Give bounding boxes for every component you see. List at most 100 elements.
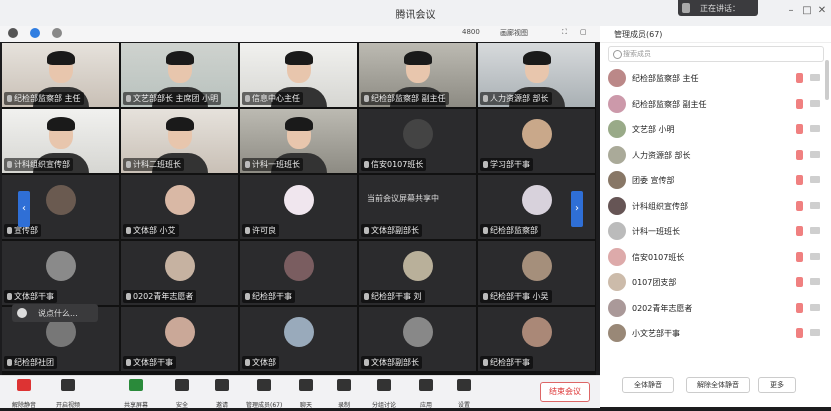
participant-tile[interactable]: 纪检部干事 <box>478 307 595 371</box>
mic-muted-icon[interactable] <box>796 73 803 83</box>
participant-tile[interactable]: 计科二班班长 <box>121 109 238 173</box>
camera-off-icon[interactable] <box>810 252 820 260</box>
participant-tile[interactable]: 纪检部干事 刘 <box>359 241 476 305</box>
security-button[interactable]: 安全 <box>164 378 200 409</box>
participant-row[interactable]: 文艺部 小明 <box>600 117 831 143</box>
shield-icon[interactable] <box>30 28 40 38</box>
member-search-input[interactable]: 搜索成员 <box>608 46 824 62</box>
mic-muted-icon[interactable] <box>796 328 803 338</box>
more-button[interactable]: 更多 <box>758 377 796 393</box>
layout-toggle[interactable]: 画廊视图 <box>500 28 528 38</box>
participant-name-text: 计科二班班长 <box>133 160 181 169</box>
participant-tile[interactable]: 文体部 <box>240 307 357 371</box>
participant-tile[interactable]: 文艺部部长 主席团 小明 <box>121 43 238 107</box>
participant-row[interactable]: 纪检部监察部 主任 <box>600 66 831 92</box>
close-icon[interactable]: ✕ <box>815 4 829 18</box>
participant-tile[interactable]: 计科组织宣传部 <box>2 109 119 173</box>
mic-muted-icon[interactable] <box>796 149 803 160</box>
camera-off-icon[interactable] <box>810 303 820 311</box>
mic-muted-icon <box>483 227 488 234</box>
chat-button[interactable]: 聊天 <box>288 378 324 409</box>
participant-tile[interactable]: 0202青年志愿者 <box>121 241 238 305</box>
next-page-button[interactable]: › <box>571 191 583 227</box>
participant-row[interactable]: 0202青年志愿者 <box>600 296 831 322</box>
mic-muted-icon[interactable] <box>796 175 803 185</box>
maximize-icon[interactable]: □ <box>800 4 814 18</box>
participant-tile[interactable]: 纪检部干事 小吴 <box>478 241 595 305</box>
camera-off-icon[interactable] <box>810 329 820 336</box>
mic-muted-icon[interactable] <box>796 124 803 134</box>
participant-row[interactable]: 团委 宣传部 <box>600 168 831 194</box>
participant-row[interactable]: 人力资源部 部长 <box>600 143 831 169</box>
mic-muted-icon[interactable] <box>796 251 803 262</box>
participant-tile[interactable]: 文体部干事 <box>2 241 119 305</box>
video-button[interactable]: 开启视频 <box>50 378 86 409</box>
participant-name: 纪检部干事 小吴 <box>480 290 552 303</box>
participant-tile[interactable]: 纪检部监察部 主任 <box>2 43 119 107</box>
chat-input-popup[interactable]: 说点什么... <box>12 304 98 322</box>
breakout-icon <box>377 379 391 391</box>
participant-row[interactable]: 小文艺部干事 <box>600 321 831 347</box>
mic-muted-icon[interactable] <box>796 277 803 287</box>
participant-tile[interactable]: 计科一班班长 <box>240 109 357 173</box>
participant-row[interactable]: 纪检部监察部 副主任 <box>600 92 831 118</box>
camera-off-icon[interactable] <box>810 150 820 158</box>
mic-muted-icon <box>245 95 250 102</box>
unmute-all-button[interactable]: 解除全体静音 <box>686 377 750 393</box>
avatar <box>608 273 626 291</box>
participant-row[interactable]: 0107团支部 <box>600 270 831 296</box>
mic-muted-icon[interactable] <box>796 302 803 313</box>
settings-button[interactable]: 设置 <box>446 378 482 409</box>
participant-tile[interactable]: 信安0107班长 <box>359 109 476 173</box>
share-screen-button[interactable]: 共享屏幕 <box>118 378 154 409</box>
participant-row[interactable]: 计科组织宣传部 <box>600 194 831 220</box>
apps-button[interactable]: 应用 <box>408 378 444 409</box>
record-button[interactable]: 录制 <box>326 378 362 409</box>
prev-page-button[interactable]: ‹ <box>18 191 30 227</box>
participant-tile[interactable]: 纪检部干事 <box>240 241 357 305</box>
participant-hair <box>284 51 313 65</box>
fullscreen-icon[interactable]: ⛶ <box>562 28 567 37</box>
participant-tile[interactable]: 当前会议屏幕共享中 文体部副部长 <box>359 175 476 239</box>
participant-tile[interactable]: 文体部干事 <box>121 307 238 371</box>
participant-name-text: 纪检部干事 <box>490 358 530 367</box>
end-meeting-button[interactable]: 结束会议 <box>540 382 590 402</box>
signal-icon[interactable] <box>52 28 62 38</box>
participant-row-name: 计科组织宣传部 <box>632 201 688 211</box>
participant-tile[interactable]: 文体部 小艾 <box>121 175 238 239</box>
participant-row[interactable]: 信安0107班长 <box>600 245 831 271</box>
panel-header: 管理成员(67) <box>600 26 831 43</box>
participant-tile[interactable]: 纪检部监察部 副主任 <box>359 43 476 107</box>
minimize-icon[interactable]: – <box>784 4 798 18</box>
breakout-button[interactable]: 分组讨论 <box>366 378 402 409</box>
camera-off-icon[interactable] <box>810 176 820 183</box>
camera-off-icon[interactable] <box>810 125 820 132</box>
camera-off-icon[interactable] <box>810 227 820 234</box>
camera-off-icon[interactable] <box>810 99 820 107</box>
camera-off-icon[interactable] <box>810 74 820 81</box>
emoji-icon[interactable] <box>17 308 27 318</box>
mic-muted-icon[interactable] <box>796 200 803 211</box>
mic-muted-icon[interactable] <box>796 226 803 236</box>
participant-row-name: 小文艺部干事 <box>632 329 680 338</box>
participant-row-name: 纪检部监察部 主任 <box>632 74 699 83</box>
unmute-button[interactable]: 解除静音 <box>6 378 42 409</box>
scrollbar[interactable] <box>825 60 829 100</box>
participant-tile[interactable]: 人力资源部 部长 <box>478 43 595 107</box>
participant-tile[interactable]: 许可良 <box>240 175 357 239</box>
invite-button[interactable]: 邀请 <box>204 378 240 409</box>
participant-name-text: 纪检部监察部 主任 <box>14 94 81 103</box>
mic-muted-icon <box>364 161 369 168</box>
info-icon[interactable] <box>8 28 18 38</box>
participant-tile[interactable]: 学习部干事 <box>478 109 595 173</box>
manage-members-button[interactable]: 管理成员(67) <box>246 378 282 409</box>
camera-off-icon[interactable] <box>810 201 820 209</box>
camera-off-icon[interactable] <box>810 278 820 285</box>
participant-tile[interactable]: 文体部副部长 <box>359 307 476 371</box>
participant-hair <box>46 51 75 65</box>
mute-all-button[interactable]: 全体静音 <box>622 377 674 393</box>
participant-row[interactable]: 计科一班班长 <box>600 219 831 245</box>
participant-tile[interactable]: 信息中心主任 <box>240 43 357 107</box>
mic-muted-icon[interactable] <box>796 98 803 109</box>
screenshot-icon[interactable]: ▢ <box>580 28 587 36</box>
